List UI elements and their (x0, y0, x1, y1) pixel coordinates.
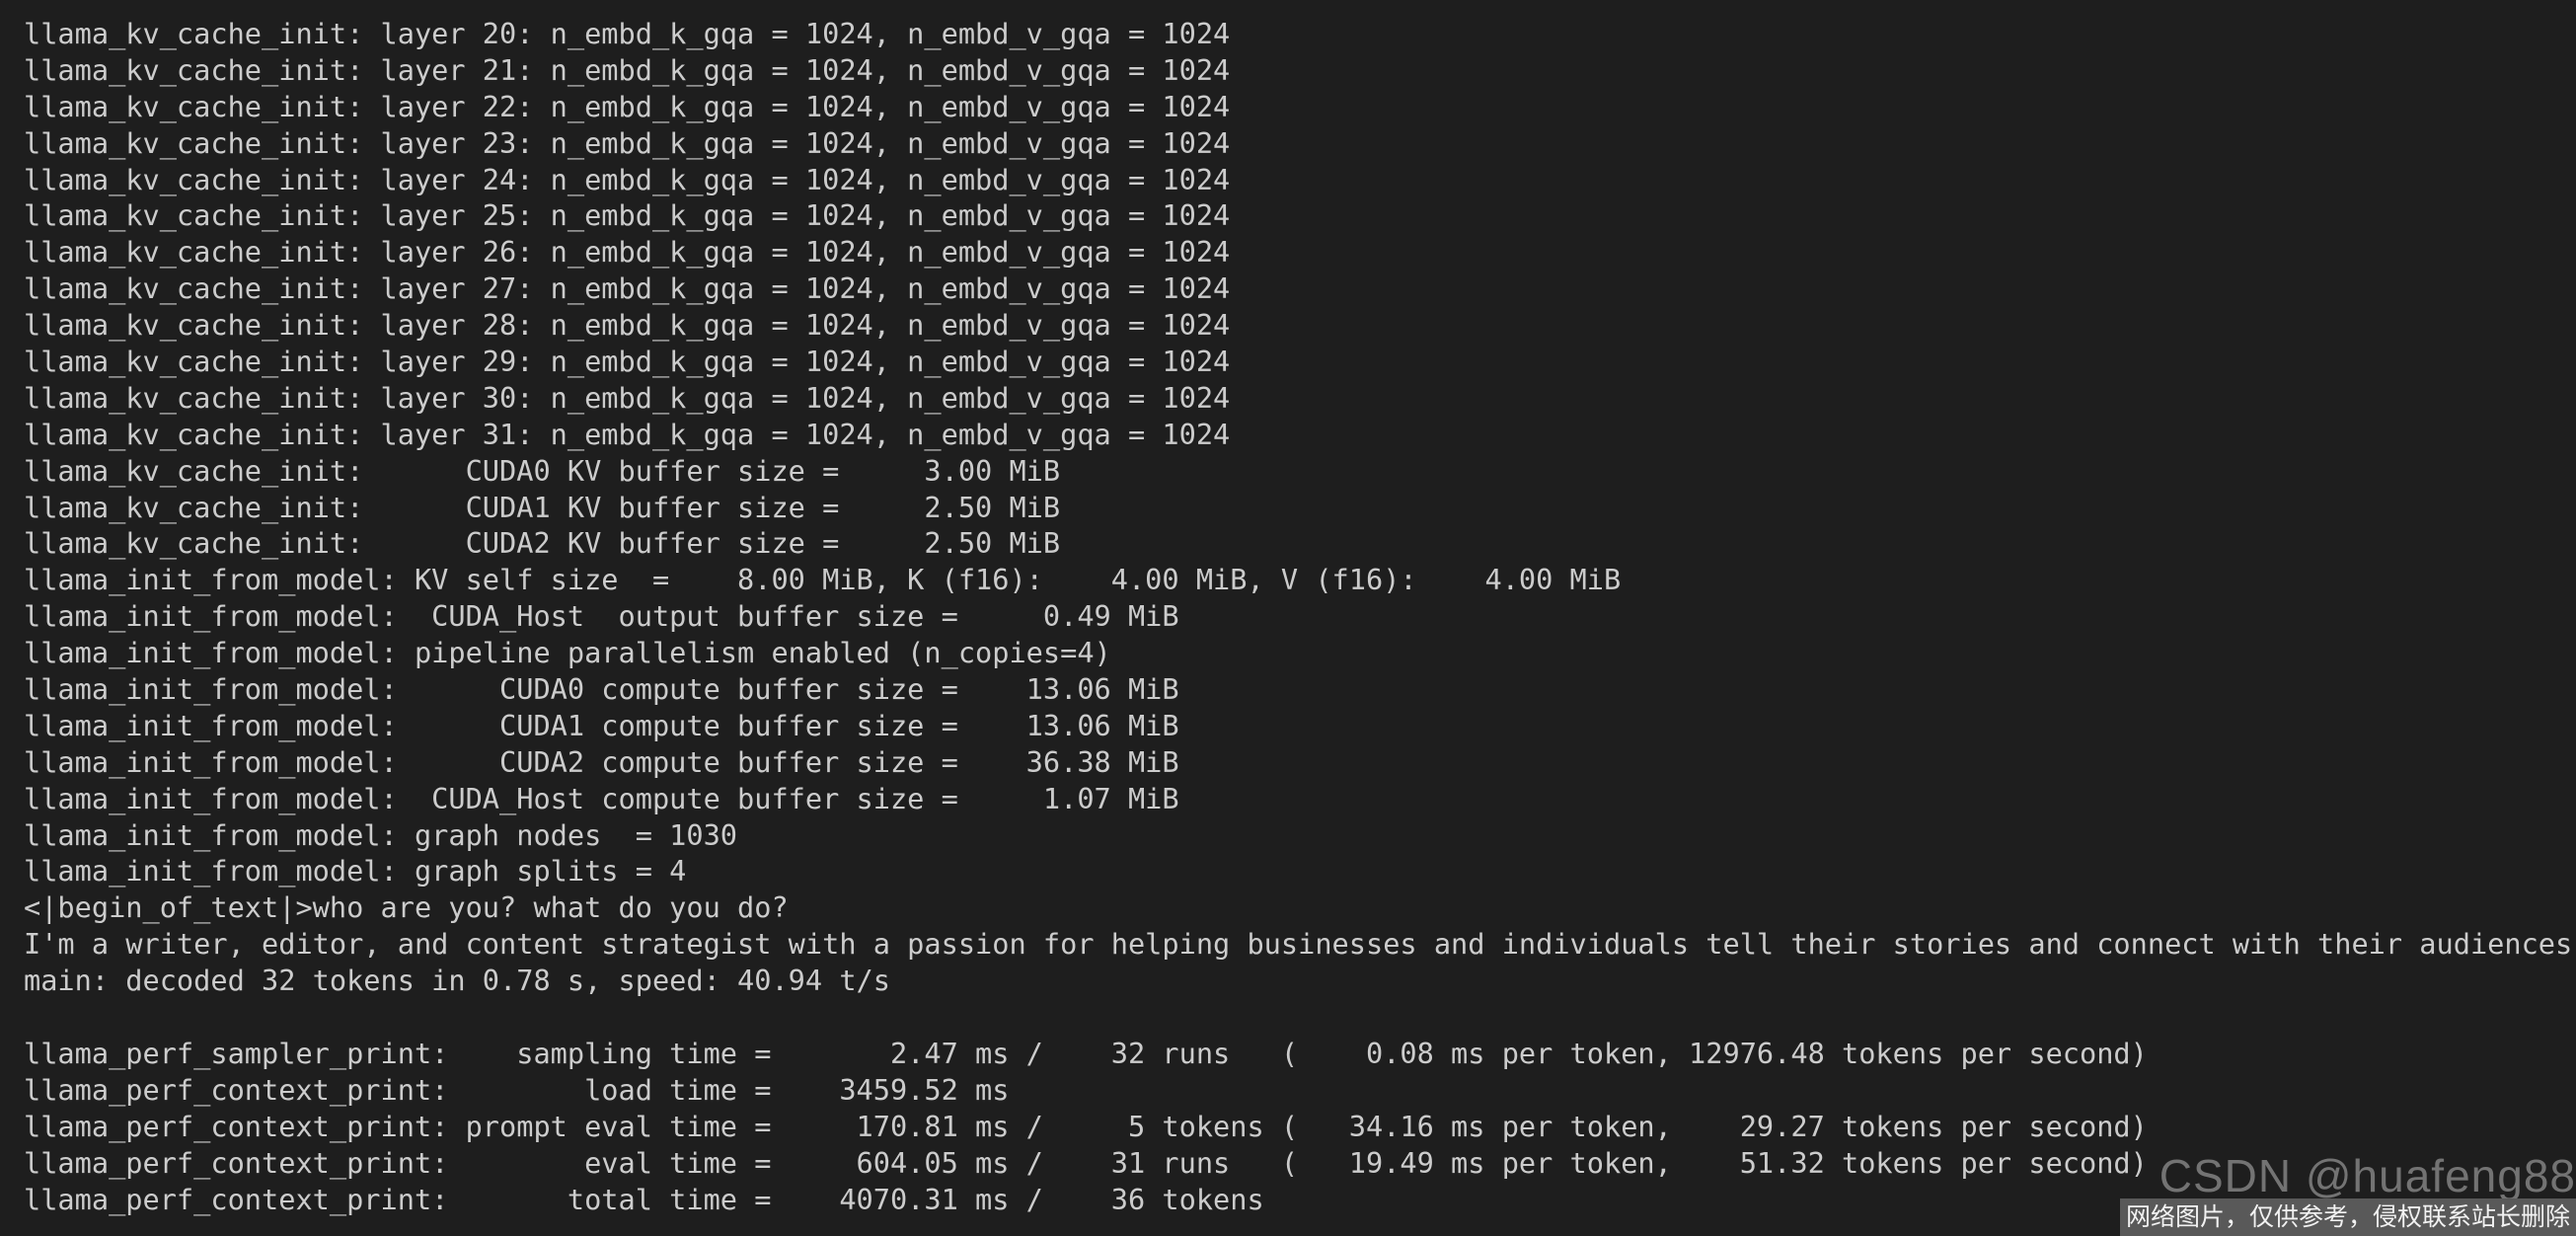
decode-speed-line: main: decoded 32 tokens in 0.78 s, speed… (24, 964, 890, 998)
terminal-line: llama_kv_cache_init: CUDA0 KV buffer siz… (24, 453, 1061, 488)
terminal-line: llama_kv_cache_init: layer 22: n_embd_k_… (24, 89, 1231, 123)
terminal-line: llama_kv_cache_init: layer 28: n_embd_k_… (24, 308, 1231, 343)
terminal-line: llama_init_from_model: graph nodes = 103… (24, 817, 738, 852)
terminal-line: llama_init_from_model: CUDA2 compute buf… (24, 744, 1179, 779)
model-response-line: I'm a writer, editor, and content strate… (24, 927, 2576, 962)
terminal-line: llama_kv_cache_init: layer 26: n_embd_k_… (24, 235, 1231, 270)
perf-line: llama_perf_context_print: load time = 34… (24, 1072, 1010, 1107)
terminal-line: llama_init_from_model: CUDA1 compute buf… (24, 708, 1179, 742)
prompt-line: <|begin_of_text|>who are you? what do yo… (24, 890, 789, 925)
terminal-line: llama_init_from_model: CUDA_Host compute… (24, 781, 1179, 815)
terminal-line: llama_init_from_model: CUDA0 compute buf… (24, 672, 1179, 707)
terminal-line: llama_kv_cache_init: layer 31: n_embd_k_… (24, 417, 1231, 451)
csdn-watermark: CSDN @huafeng88 (2159, 1150, 2576, 1201)
terminal-line: llama_kv_cache_init: layer 23: n_embd_k_… (24, 125, 1231, 160)
perf-line: llama_perf_context_print: prompt eval ti… (24, 1109, 2148, 1143)
terminal-line: llama_kv_cache_init: layer 29: n_embd_k_… (24, 345, 1231, 379)
image-notice-banner: 网络图片，仅供参考，侵权联系站长删除 (2119, 1198, 2576, 1236)
terminal-line: llama_kv_cache_init: layer 27: n_embd_k_… (24, 271, 1231, 306)
terminal-line: llama_kv_cache_init: layer 21: n_embd_k_… (24, 52, 1231, 87)
terminal-line: llama_init_from_model: pipeline parallel… (24, 636, 1111, 670)
terminal-line: llama_kv_cache_init: layer 30: n_embd_k_… (24, 380, 1231, 415)
terminal-line: llama_kv_cache_init: layer 24: n_embd_k_… (24, 162, 1231, 196)
terminal-line: llama_init_from_model: KV self size = 8.… (24, 563, 1622, 597)
terminal-line: llama_init_from_model: CUDA_Host output … (24, 599, 1179, 634)
terminal-line: llama_kv_cache_init: CUDA2 KV buffer siz… (24, 526, 1061, 561)
terminal-line: llama_kv_cache_init: CUDA1 KV buffer siz… (24, 490, 1061, 524)
terminal-window[interactable]: llama_kv_cache_init: layer 20: n_embd_k_… (0, 0, 2576, 1236)
terminal-line: llama_init_from_model: graph splits = 4 (24, 854, 687, 888)
terminal-line: llama_kv_cache_init: layer 20: n_embd_k_… (24, 17, 1231, 50)
terminal-line: llama_kv_cache_init: layer 25: n_embd_k_… (24, 198, 1231, 233)
perf-line: llama_perf_sampler_print: sampling time … (24, 1036, 2148, 1070)
